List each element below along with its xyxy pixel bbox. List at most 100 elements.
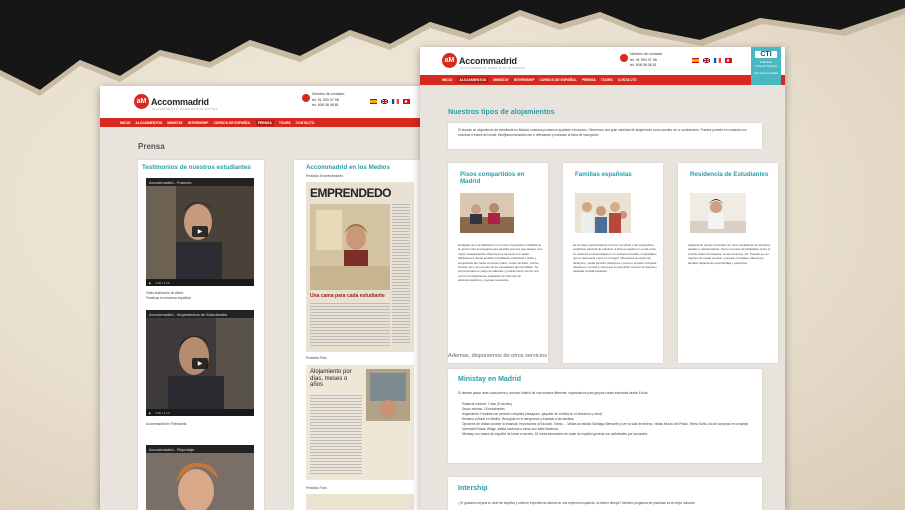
video-title-3: Accommadrid - Reportaje xyxy=(146,445,254,453)
video-thumbnail-3 xyxy=(146,453,254,510)
ministay-card: Ministay en Madrid Si deseas pasar unas … xyxy=(448,369,762,463)
language-flags-2 xyxy=(692,58,732,63)
contact-label: Número de contacto xyxy=(312,92,345,96)
video-controls-2[interactable]: ▶ 0:00 / 2:13 xyxy=(146,409,254,416)
logo-subtitle: ALOJAMIENTO PARA ESTUDIANTES xyxy=(460,66,526,70)
video-caption-1-line2: Prácticas en empresa española xyxy=(146,295,191,300)
page-title-2: Nuestros tipos de alojamientos xyxy=(448,107,555,116)
media-card: Accommadrid en los Medios Periódico Empr… xyxy=(294,160,422,510)
intership-card: Intership ¿Te gustaría mejorar tu nivel … xyxy=(448,477,762,510)
media-title: Accommadrid en los Medios xyxy=(306,164,390,171)
press-clipping-3[interactable] xyxy=(306,494,414,510)
video-caption-1-line1: Video-testimonio de Albert. xyxy=(146,291,185,295)
uk-flag-icon[interactable] xyxy=(703,58,710,63)
press-headline-2: Alojamiento por días, meses o años xyxy=(310,369,352,388)
intro-card: Si buscas un alojamiento de estudiante e… xyxy=(448,123,762,149)
video-caption-1: Video-testimonio de Albert. Prácticas en… xyxy=(146,291,191,300)
cti-logo: CTI xyxy=(755,51,777,58)
residence-photo xyxy=(690,193,746,233)
press-body-lines-2 xyxy=(310,395,362,475)
nav-alojamientos[interactable]: ALOJAMIENTOS xyxy=(135,121,162,125)
nav-prensa[interactable]: PRENSA xyxy=(582,78,596,82)
video-title-1: Accommadrid - Francés xyxy=(146,178,254,186)
uk-flag-icon[interactable] xyxy=(381,99,388,104)
contact-block-2: Número de contacto tel. 91 593 07 98 tel… xyxy=(620,52,662,69)
site-logo[interactable]: aM Accommadrid ALOJAMIENTO PARA ESTUDIAN… xyxy=(134,94,217,111)
nav-inicio[interactable]: INICIO xyxy=(442,78,452,82)
main-nav-2: INICIO ALOJAMIENTOS MINISTAY INTERNSHIP … xyxy=(420,75,785,85)
press-subheadline-1: Una cama para cada estudiante xyxy=(310,293,385,299)
phone-icon xyxy=(302,94,310,102)
nav-alojamientos[interactable]: ALOJAMIENTOS xyxy=(457,77,489,83)
press-body-lines xyxy=(310,303,390,347)
list-item: Ministay con clases de español de lunes … xyxy=(462,432,649,436)
nav-ministay[interactable]: MINISTAY xyxy=(167,121,183,125)
video-caption-2-line1: Accommadrid en Telemadrid. xyxy=(146,422,188,426)
type-text-1: El alquiler de una habitación en un piso… xyxy=(458,243,542,283)
nav-cursos[interactable]: CURSOS DE ESPAÑOL xyxy=(213,121,250,125)
contact-phone-2: tel. 608 08 08 81 xyxy=(312,103,339,107)
play-small-icon[interactable]: ▶ xyxy=(149,281,151,285)
logo-subtitle: ALOJAMIENTO PARA ESTUDIANTES xyxy=(152,107,218,111)
spain-flag-icon[interactable] xyxy=(370,99,377,104)
press-photo-1 xyxy=(310,204,390,290)
ministay-intro: Si deseas pasar unas vacaciones y conoce… xyxy=(458,391,649,395)
other-services-heading: Ademas, disponemos de otros servicios xyxy=(448,353,547,359)
list-item: Opciones de visitas durante la estancia:… xyxy=(462,422,749,431)
play-icon[interactable]: ▶ xyxy=(192,226,208,237)
type-card-families: Familias españolas Es la mejor oportunid… xyxy=(563,163,663,363)
play-icon[interactable]: ▶ xyxy=(192,358,208,369)
cti-line2: Cultural Training xyxy=(755,64,777,68)
nav-internship[interactable]: INTERNSHIP xyxy=(514,78,535,82)
cti-line3: Info Accommadrid xyxy=(753,71,778,75)
nav-ministay[interactable]: MINISTAY xyxy=(493,78,509,82)
contact-block: Número de contacto tel. 91 593 07 98 tel… xyxy=(302,92,344,109)
logo-badge: aM xyxy=(442,53,457,68)
site-logo-2[interactable]: aM Accommadrid ALOJAMIENTO PARA ESTUDIAN… xyxy=(442,53,525,70)
intro-text: Si buscas un alojamiento de estudiante e… xyxy=(458,128,747,137)
screenshot-prensa-page: aM Accommadrid ALOJAMIENTO PARA ESTUDIAN… xyxy=(100,86,440,510)
video-player-3[interactable]: Accommadrid - Reportaje xyxy=(146,445,254,510)
video-time-1: 0:00 / 2:25 xyxy=(155,280,170,285)
france-flag-icon[interactable] xyxy=(714,58,721,63)
france-flag-icon[interactable] xyxy=(392,99,399,104)
nav-tours[interactable]: TOURS xyxy=(601,78,613,82)
type-text-3: Alojamiento donde convivirás con otros e… xyxy=(688,243,771,265)
main-nav: INICIO ALOJAMIENTOS MINISTAY INTERNSHIP … xyxy=(100,118,440,127)
intership-text: ¿Te gustaría mejorar tu nivel de español… xyxy=(458,501,695,505)
press-photo-2 xyxy=(366,369,410,421)
testimonials-card: Testimonios de nuestros estudiantes Acco… xyxy=(138,160,264,510)
nav-inicio[interactable]: INICIO xyxy=(120,121,130,125)
press-clipping-2[interactable]: Alojamiento por días, meses o años xyxy=(306,365,414,480)
contact-phone-2: tel. 608 08 08 81 xyxy=(630,63,657,67)
nav-cursos[interactable]: CURSOS DE ESPAÑOL xyxy=(539,78,576,82)
screenshot-alojamientos-page: aM Accommadrid ALOJAMIENTO PARA ESTUDIAN… xyxy=(420,47,785,510)
video-controls-1[interactable]: ▶ 0:00 / 2:25 xyxy=(146,279,254,286)
spain-flag-icon[interactable] xyxy=(692,58,699,63)
phone-icon xyxy=(620,54,628,62)
turkey-flag-icon[interactable] xyxy=(725,58,732,63)
press-source-2: Periódico País xyxy=(306,356,327,360)
turkey-flag-icon[interactable] xyxy=(403,99,410,104)
site-header-2: aM Accommadrid ALOJAMIENTO PARA ESTUDIAN… xyxy=(420,47,785,105)
type-title-2: Familias españolas xyxy=(575,171,632,178)
nav-contacto[interactable]: CONTACTO xyxy=(618,78,637,82)
type-card-shared-flats: Pisos compartidos en Madrid El alquiler … xyxy=(448,163,548,363)
intership-title: Intership xyxy=(458,485,488,492)
logo-badge: aM xyxy=(134,94,149,109)
nav-tours[interactable]: TOURS xyxy=(279,121,291,125)
press-clipping-1[interactable]: EMPRENDEDO Una cama para cada estudiante xyxy=(306,182,414,352)
logo-text: Accommadrid xyxy=(151,96,209,107)
logo-text: Accommadrid xyxy=(459,55,517,66)
nav-internship[interactable]: INTERNSHIP xyxy=(188,121,209,125)
type-title-3: Residencia de Estudiantes xyxy=(690,171,769,178)
testimonials-title: Testimonios de nuestros estudiantes xyxy=(142,164,251,171)
nav-prensa[interactable]: PRENSA xyxy=(255,119,274,126)
video-player-2[interactable]: Accommadrid - Alojamientos de Estudiante… xyxy=(146,310,254,416)
nav-contacto[interactable]: CONTACTO xyxy=(296,121,315,125)
site-header: aM Accommadrid ALOJAMIENTO PARA ESTUDIAN… xyxy=(100,86,440,118)
video-caption-2: Accommadrid en Telemadrid. xyxy=(146,422,187,427)
play-small-icon[interactable]: ▶ xyxy=(149,411,151,415)
video-player-1[interactable]: Accommadrid - Francés ▶ ▶ 0:00 / 2:25 xyxy=(146,178,254,286)
ministay-list: Estancia mínima: 7 días (6 noches) Grupo… xyxy=(462,402,752,437)
